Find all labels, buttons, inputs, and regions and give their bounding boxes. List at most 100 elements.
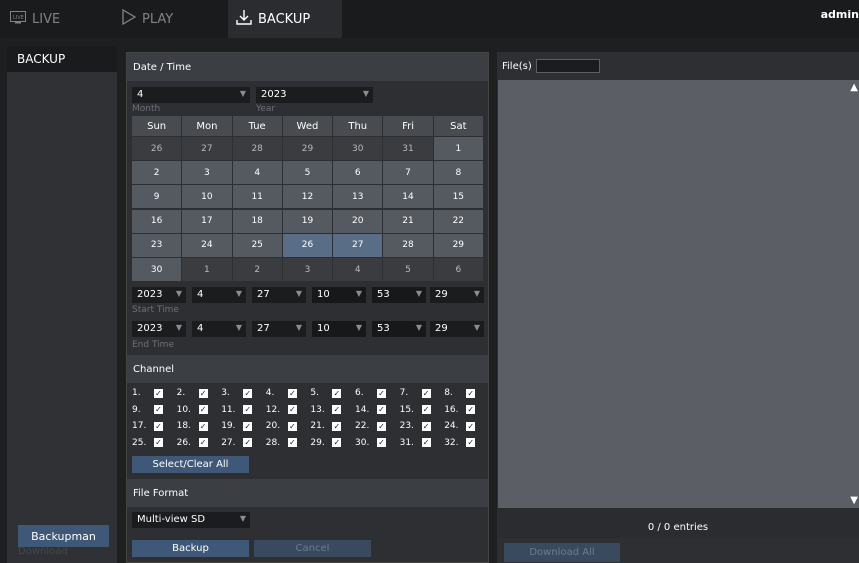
end-month-select[interactable]: 4 ▼ [192, 321, 246, 337]
calendar-day[interactable]: 11 [232, 185, 282, 209]
calendar-day[interactable]: 2 [132, 161, 182, 185]
end-year-select[interactable]: 2023 ▼ [132, 321, 186, 337]
channel-checkbox-item[interactable]: 32. ✓ [444, 436, 486, 450]
scroll-up-icon[interactable]: ▲ [850, 82, 858, 93]
calendar-day[interactable]: 28 [383, 233, 433, 257]
channel-checkbox-item[interactable]: 4. ✓ [266, 386, 308, 400]
checkbox[interactable]: ✓ [198, 388, 208, 398]
channel-checkbox-item[interactable]: 18. ✓ [177, 419, 219, 433]
channel-checkbox-item[interactable]: 30. ✓ [355, 436, 397, 450]
year-select[interactable]: 2023 ▼ [256, 87, 373, 103]
channel-checkbox-item[interactable]: 24. ✓ [444, 419, 486, 433]
channel-checkbox-item[interactable]: 22. ✓ [355, 419, 397, 433]
calendar-day[interactable]: 27 [182, 137, 232, 160]
calendar-day[interactable]: 26 [132, 137, 182, 160]
calendar-day[interactable]: 24 [182, 233, 232, 257]
checkbox[interactable]: ✓ [154, 388, 163, 398]
calendar-day[interactable]: 6 [333, 161, 383, 185]
channel-checkbox-item[interactable]: 12. ✓ [266, 403, 308, 417]
checkbox[interactable]: ✓ [421, 388, 431, 398]
tab-play[interactable]: PLAY [122, 0, 222, 38]
backupman-button[interactable]: Backupman [18, 525, 109, 547]
tab-live[interactable]: LIVE LIVE [10, 0, 110, 38]
calendar-day[interactable]: 3 [282, 258, 333, 281]
cancel-button[interactable]: Cancel [254, 540, 371, 557]
checkbox[interactable]: ✓ [154, 405, 163, 414]
calendar-day[interactable]: 2 [232, 258, 282, 281]
channel-checkbox-item[interactable]: 2. ✓ [177, 386, 219, 400]
channel-checkbox-item[interactable]: 17. ✓ [132, 419, 174, 433]
checkbox[interactable]: ✓ [466, 421, 476, 431]
channel-checkbox-item[interactable]: 10. ✓ [177, 403, 219, 417]
calendar-day[interactable]: 4 [232, 161, 282, 185]
checkbox[interactable]: ✓ [198, 438, 208, 447]
channel-checkbox-item[interactable]: 19. ✓ [221, 419, 263, 433]
calendar-day[interactable]: 7 [383, 161, 433, 185]
checkbox[interactable]: ✓ [287, 438, 297, 447]
end-day-select[interactable]: 27 ▼ [252, 321, 306, 337]
calendar-day[interactable]: 25 [232, 233, 282, 257]
calendar-day[interactable]: 14 [383, 185, 433, 209]
checkbox[interactable]: ✓ [466, 438, 476, 447]
scroll-down-icon[interactable]: ▼ [850, 495, 858, 506]
calendar-day[interactable]: 30 [132, 258, 182, 281]
checkbox[interactable]: ✓ [154, 438, 163, 447]
checkbox[interactable]: ✓ [243, 405, 253, 414]
calendar-day[interactable]: 30 [333, 137, 383, 160]
calendar-day[interactable]: 29 [433, 233, 483, 257]
channel-checkbox-item[interactable]: 11. ✓ [221, 403, 263, 417]
checkbox[interactable]: ✓ [287, 405, 297, 414]
sidebar-item-backup[interactable]: BACKUP [7, 46, 117, 72]
channel-checkbox-item[interactable]: 31. ✓ [400, 436, 442, 450]
start-hour-select[interactable]: 10 ▼ [312, 287, 366, 303]
channel-checkbox-item[interactable]: 8. ✓ [444, 386, 486, 400]
channel-checkbox-item[interactable]: 21. ✓ [310, 419, 352, 433]
channel-checkbox-item[interactable]: 27. ✓ [221, 436, 263, 450]
user-name[interactable]: admin [821, 8, 859, 21]
calendar-day[interactable]: 9 [132, 185, 182, 209]
channel-checkbox-item[interactable]: 1. ✓ [132, 386, 174, 400]
checkbox[interactable]: ✓ [332, 388, 342, 398]
checkbox[interactable]: ✓ [287, 388, 297, 398]
checkbox[interactable]: ✓ [377, 405, 386, 414]
channel-checkbox-item[interactable]: 13. ✓ [310, 403, 352, 417]
tab-backup[interactable]: BACKUP [228, 0, 342, 38]
calendar-day[interactable]: 5 [282, 161, 333, 185]
start-day-select[interactable]: 27 ▼ [252, 287, 306, 303]
checkbox[interactable]: ✓ [421, 438, 431, 447]
calendar-day[interactable]: 6 [433, 258, 483, 281]
calendar-day[interactable]: 27 [333, 233, 383, 257]
calendar-day[interactable]: 10 [182, 185, 232, 209]
checkbox[interactable]: ✓ [332, 438, 342, 447]
checkbox[interactable]: ✓ [377, 421, 386, 431]
calendar-day[interactable]: 5 [383, 258, 433, 281]
select-clear-all-button[interactable]: Select/Clear All [132, 456, 249, 473]
calendar-day[interactable]: 15 [433, 185, 483, 209]
calendar-day[interactable]: 3 [182, 161, 232, 185]
checkbox[interactable]: ✓ [198, 421, 208, 431]
channel-checkbox-item[interactable]: 20. ✓ [266, 419, 308, 433]
channel-checkbox-item[interactable]: 9. ✓ [132, 403, 174, 417]
channel-checkbox-item[interactable]: 29. ✓ [310, 436, 352, 450]
calendar-day[interactable]: 21 [383, 209, 433, 233]
backup-button[interactable]: Backup [132, 540, 249, 557]
checkbox[interactable]: ✓ [287, 421, 297, 431]
calendar-day[interactable]: 18 [232, 209, 282, 233]
calendar-day[interactable]: 31 [383, 137, 433, 160]
file-format-select[interactable]: Multi-view SD ▼ [132, 512, 250, 528]
checkbox[interactable]: ✓ [198, 405, 208, 414]
start-second-select[interactable]: 29 ▼ [430, 287, 484, 303]
file-list[interactable]: ▲ ▼ [498, 80, 859, 508]
checkbox[interactable]: ✓ [421, 421, 431, 431]
calendar-day[interactable]: 29 [282, 137, 333, 160]
channel-checkbox-item[interactable]: 26. ✓ [177, 436, 219, 450]
calendar-day[interactable]: 20 [333, 209, 383, 233]
checkbox[interactable]: ✓ [377, 388, 386, 398]
channel-checkbox-item[interactable]: 5. ✓ [310, 386, 352, 400]
channel-checkbox-item[interactable]: 15. ✓ [400, 403, 442, 417]
calendar-day[interactable]: 8 [433, 161, 483, 185]
calendar-day[interactable]: 1 [182, 258, 232, 281]
end-hour-select[interactable]: 10 ▼ [312, 321, 366, 337]
channel-checkbox-item[interactable]: 14. ✓ [355, 403, 397, 417]
channel-checkbox-item[interactable]: 6. ✓ [355, 386, 397, 400]
